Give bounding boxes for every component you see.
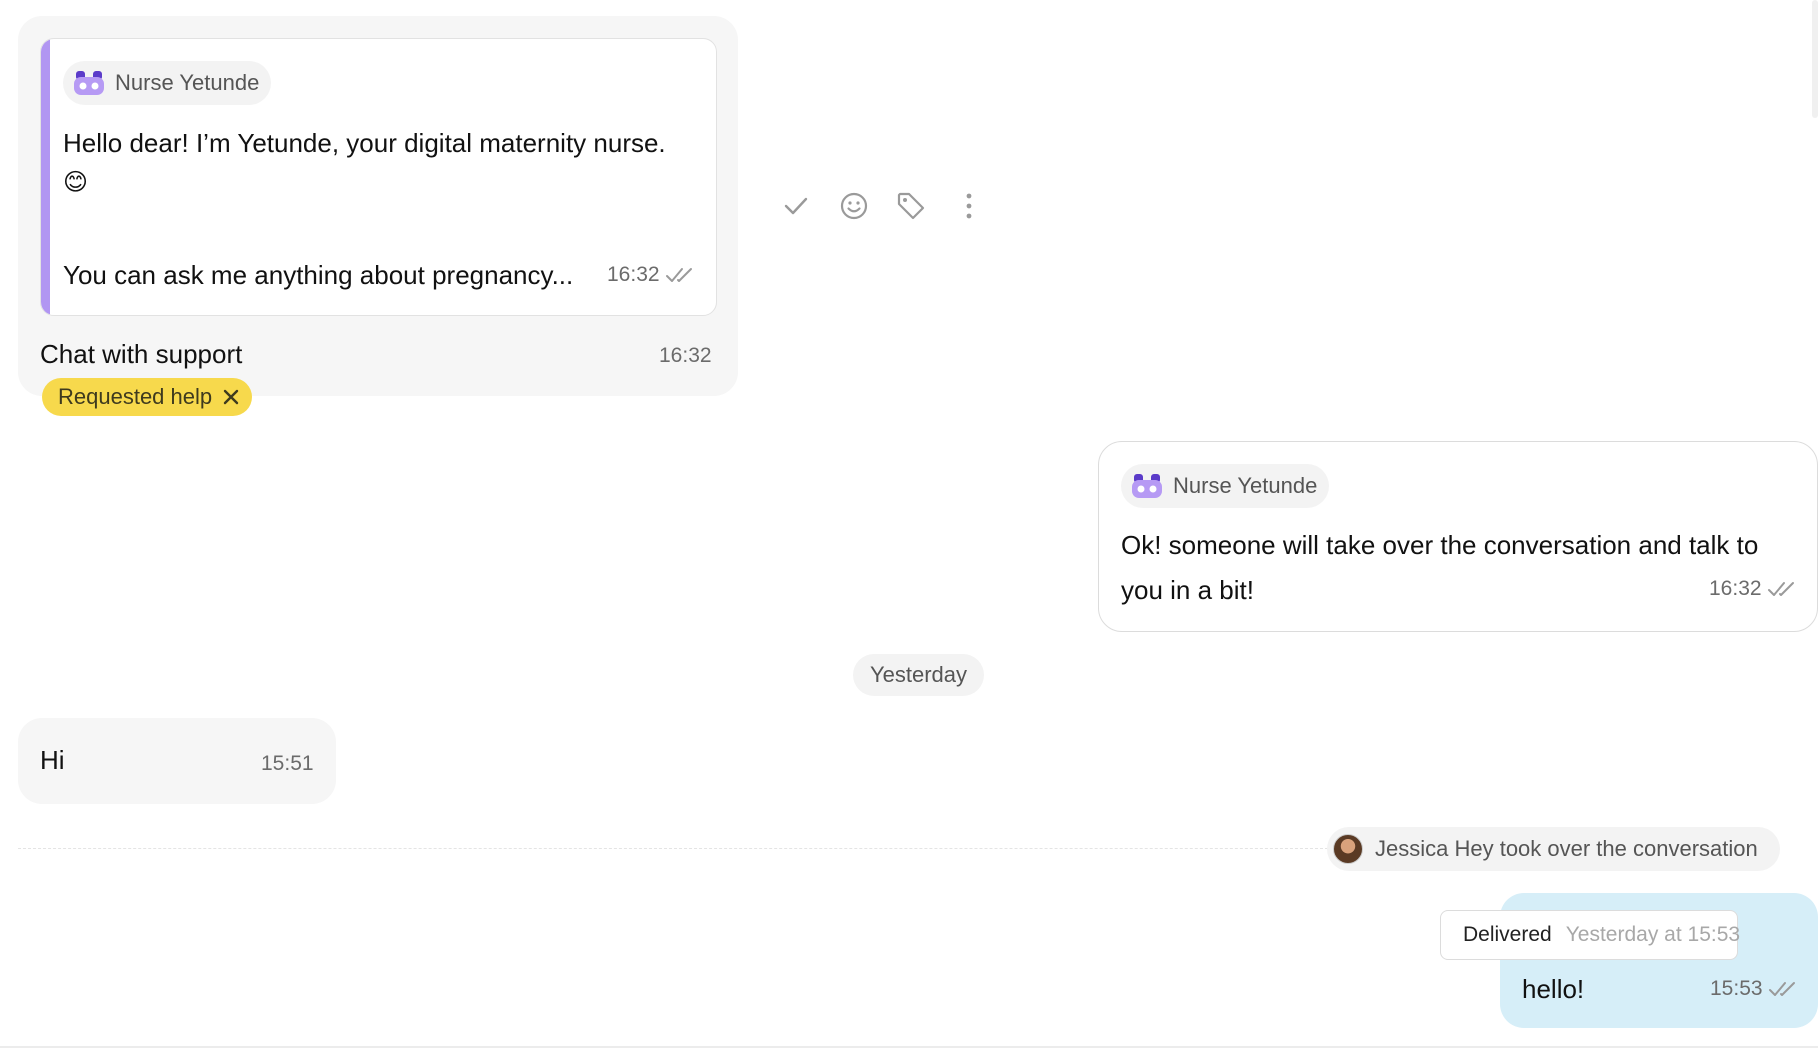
avatar — [1333, 834, 1363, 864]
message-time: 16:32 — [1709, 577, 1797, 601]
sender-chip: Nurse Yetunde — [1121, 464, 1330, 508]
quote-accent-bar — [41, 39, 50, 315]
quote-time: 16:32 — [607, 263, 695, 287]
requested-help-tag[interactable]: Requested help — [42, 378, 253, 416]
double-check-icon — [666, 268, 693, 283]
message-text: hello! — [1522, 974, 1585, 1004]
message-time: 16:32 — [659, 344, 712, 367]
takeover-text: Jessica Hey took over the conversation — [1375, 836, 1758, 861]
composer-border — [0, 1046, 1818, 1048]
react-button[interactable] — [836, 188, 872, 224]
system-divider — [18, 848, 1328, 849]
message-caption: Chat with support — [40, 339, 243, 369]
tag-label: Requested help — [58, 384, 213, 409]
message-bubble-hi[interactable]: Hi 15:51 — [18, 718, 336, 804]
delivery-status-label: Delivered — [1463, 923, 1552, 946]
quote-line-2: You can ask me anything about pregnancy.… — [63, 260, 574, 290]
tag-icon — [897, 192, 925, 220]
emoji-icon — [840, 192, 868, 220]
message-line-1: Ok! someone will take over the conversat… — [1121, 530, 1759, 560]
date-separator: Yesterday — [853, 654, 984, 696]
sender-name: Nurse Yetunde — [1173, 473, 1318, 498]
scrollbar[interactable] — [1812, 0, 1818, 118]
double-check-icon — [1769, 982, 1796, 997]
message-text: Hi — [40, 745, 65, 775]
takeover-notice: Jessica Hey took over the conversation — [1327, 827, 1780, 871]
message-time: 15:51 — [261, 752, 314, 775]
quote-line-1: Hello dear! I’m Yetunde, your digital ma… — [63, 128, 666, 158]
check-icon — [784, 197, 808, 215]
delivery-status-tooltip: Delivered Yesterday at 15:53 — [1440, 910, 1741, 960]
message-bubble-bot[interactable]: Nurse Yetunde Ok! someone will take over… — [1098, 441, 1818, 632]
double-check-icon — [1768, 582, 1795, 597]
close-icon[interactable] — [222, 388, 240, 406]
more-icon — [966, 193, 972, 219]
quote-emoji: 😊 — [63, 169, 89, 196]
sender-name: Nurse Yetunde — [115, 70, 260, 95]
tag-button[interactable] — [893, 188, 929, 224]
message-line-2: you in a bit! — [1121, 575, 1254, 605]
sender-chip: Nurse Yetunde — [63, 61, 272, 105]
message-time: 15:53 — [1710, 977, 1798, 1001]
bot-icon — [1132, 474, 1162, 498]
more-options-button[interactable] — [951, 188, 987, 224]
bot-icon — [74, 71, 104, 95]
chat-view: Nurse Yetunde Hello dear! I’m Yetunde, y… — [0, 0, 1818, 1052]
mark-done-button[interactable] — [778, 188, 814, 224]
delivery-status-time: Yesterday at 15:53 — [1565, 923, 1741, 946]
quoted-message-card[interactable]: Nurse Yetunde Hello dear! I’m Yetunde, y… — [40, 38, 717, 316]
